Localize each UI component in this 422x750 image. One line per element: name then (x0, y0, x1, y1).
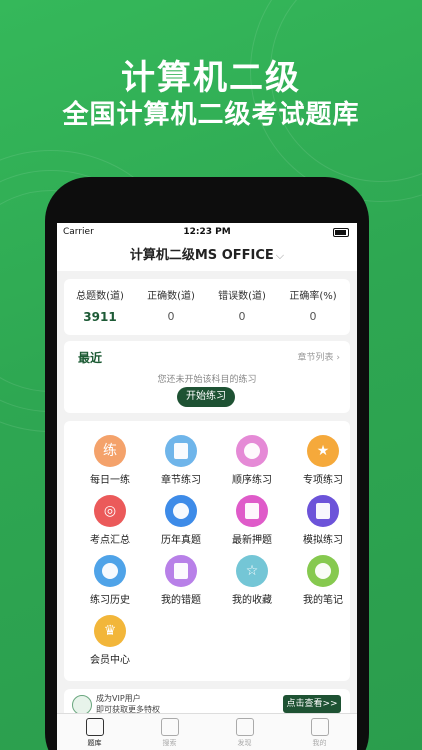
chapter-practice-icon (165, 435, 197, 467)
vip-crown-icon (72, 695, 92, 715)
special-practice-icon: ★ (307, 435, 339, 467)
hero-title: 计算机二级 (121, 58, 301, 98)
stat-accuracy: 正确率(%) 0 (277, 287, 349, 323)
app-store-promo: 计算机二级 全国计算机二级考试题库 Carrier 12:23 PM 计算机二级… (0, 0, 422, 750)
feature-daily-practice[interactable]: 练每日一练 (75, 435, 145, 486)
stat-value: 3911 (83, 310, 117, 324)
feature-label: 会员中心 (90, 655, 130, 666)
phone-frame: Carrier 12:23 PM 计算机二级MS OFFICE ⌵ 总题数(道) … (45, 177, 369, 750)
feature-past-papers[interactable]: 历年真题 (146, 495, 216, 546)
stat-correct: 正确数(道) 0 (135, 287, 207, 323)
feature-label: 章节练习 (161, 475, 201, 486)
chevron-down-icon: ⌵ (275, 249, 285, 262)
discover-icon (235, 718, 254, 736)
recent-card: 最近 章节列表 › 您还未开始该科目的练习 开始练习 (64, 341, 350, 413)
feature-key-points[interactable]: ◎ 考点汇总 (75, 495, 145, 546)
feature-label: 练习历史 (90, 595, 130, 606)
stat-label: 正确数(道) (147, 291, 195, 302)
feature-label: 顺序练习 (232, 475, 272, 486)
stat-label: 错误数(道) (218, 291, 266, 302)
feature-mock-practice[interactable]: 模拟练习 (288, 495, 357, 546)
tab-label: 题库 (87, 739, 102, 747)
feature-grid: 练每日一练 章节练习 顺序练习 ★ 专项练习 ◎ 考点汇总 历年真题 最新押题 模拟练习 练习历史我… (64, 421, 350, 681)
chapter-list-link[interactable]: 章节列表 › (298, 350, 340, 363)
feature-special-practice[interactable]: ★ 专项练习 (288, 435, 357, 486)
feature-member-center[interactable]: ♛ 会员中心 (75, 615, 145, 666)
recent-empty-text: 您还未开始该科目的练习 (157, 375, 257, 385)
feature-label: 每日一练 (90, 475, 130, 486)
hero-subtitle: 全国计算机二级考试题库 (62, 100, 360, 130)
icon-glyph: ◎ (103, 503, 117, 519)
tab-search[interactable]: 搜索 (132, 718, 207, 748)
icon-glyph: ♛ (103, 623, 117, 639)
feature-favorites[interactable]: ☆ 我的收藏 (217, 555, 287, 606)
tab-bar: 题库 搜索 发现 我的 (57, 713, 357, 750)
recent-title: 最近 (78, 351, 103, 365)
icon-shape (102, 563, 118, 579)
stat-total: 总题数(道) 3911 (64, 287, 136, 324)
tab-profile[interactable]: 我的 (282, 718, 357, 748)
feature-latest-predictions[interactable]: 最新押题 (217, 495, 287, 546)
stat-label: 总题数(道) (76, 291, 124, 302)
icon-shape (173, 503, 189, 519)
clock: 12:23 PM (183, 227, 231, 237)
stat-label: 正确率(%) (289, 291, 337, 302)
start-practice-button[interactable]: 开始练习 (177, 387, 235, 407)
icon-shape (174, 443, 188, 459)
member-center-icon: ♛ (94, 615, 126, 647)
feature-label: 我的笔记 (303, 595, 343, 606)
stat-value: 0 (167, 310, 175, 323)
tab-label: 我的 (312, 739, 327, 747)
stat-value: 0 (309, 310, 317, 323)
app-screen: Carrier 12:23 PM 计算机二级MS OFFICE ⌵ 总题数(道) … (57, 223, 357, 750)
status-bar: Carrier 12:23 PM (57, 223, 357, 241)
icon-shape (315, 563, 331, 579)
feature-sequence-practice[interactable]: 顺序练习 (217, 435, 287, 486)
feature-label: 考点汇总 (90, 535, 130, 546)
tab-discover[interactable]: 发现 (207, 718, 282, 748)
feature-label: 历年真题 (161, 535, 201, 546)
feature-label: 最新押题 (232, 535, 272, 546)
icon-shape (244, 443, 260, 459)
vip-line-1: 成为VIP用户 (96, 694, 141, 703)
feature-label: 我的错题 (161, 595, 201, 606)
battery-icon (333, 228, 349, 237)
feature-history[interactable]: 练习历史 (75, 555, 145, 606)
feature-label: 专项练习 (303, 475, 343, 486)
stat-value: 0 (238, 310, 246, 323)
feature-chapter-practice[interactable]: 章节练习 (146, 435, 216, 486)
latest-predictions-icon (236, 495, 268, 527)
search-icon (160, 718, 179, 736)
icon-glyph: 练 (103, 443, 117, 459)
icon-shape (174, 563, 188, 579)
profile-icon (310, 718, 329, 736)
wrong-questions-icon (165, 555, 197, 587)
vip-view-button[interactable]: 点击查看>> (283, 695, 341, 713)
favorites-icon: ☆ (236, 555, 268, 587)
icon-glyph: ★ (316, 443, 330, 459)
tab-label: 搜索 (162, 739, 177, 747)
sequence-practice-icon (236, 435, 268, 467)
icon-shape (316, 503, 330, 519)
tab-question-bank[interactable]: 题库 (57, 718, 132, 748)
key-points-icon: ◎ (94, 495, 126, 527)
stats-card: 总题数(道) 3911 正确数(道) 0 错误数(道) 0 正确率(%) 0 (64, 279, 350, 335)
daily-practice-icon: 练 (94, 435, 126, 467)
icon-glyph: ☆ (245, 563, 259, 579)
history-icon (94, 555, 126, 587)
subject-selector[interactable]: 计算机二级MS OFFICE ⌵ (57, 241, 357, 271)
icon-shape (245, 503, 259, 519)
feature-wrong-questions[interactable]: 我的错题 (146, 555, 216, 606)
feature-label: 模拟练习 (303, 535, 343, 546)
feature-notes[interactable]: 我的笔记 (288, 555, 357, 606)
notes-icon (307, 555, 339, 587)
feature-label: 我的收藏 (232, 595, 272, 606)
mock-practice-icon (307, 495, 339, 527)
question-bank-icon (85, 718, 104, 736)
tab-label: 发现 (237, 739, 252, 747)
past-papers-icon (165, 495, 197, 527)
stat-wrong: 错误数(道) 0 (206, 287, 278, 323)
subject-title: 计算机二级MS OFFICE (129, 248, 274, 263)
